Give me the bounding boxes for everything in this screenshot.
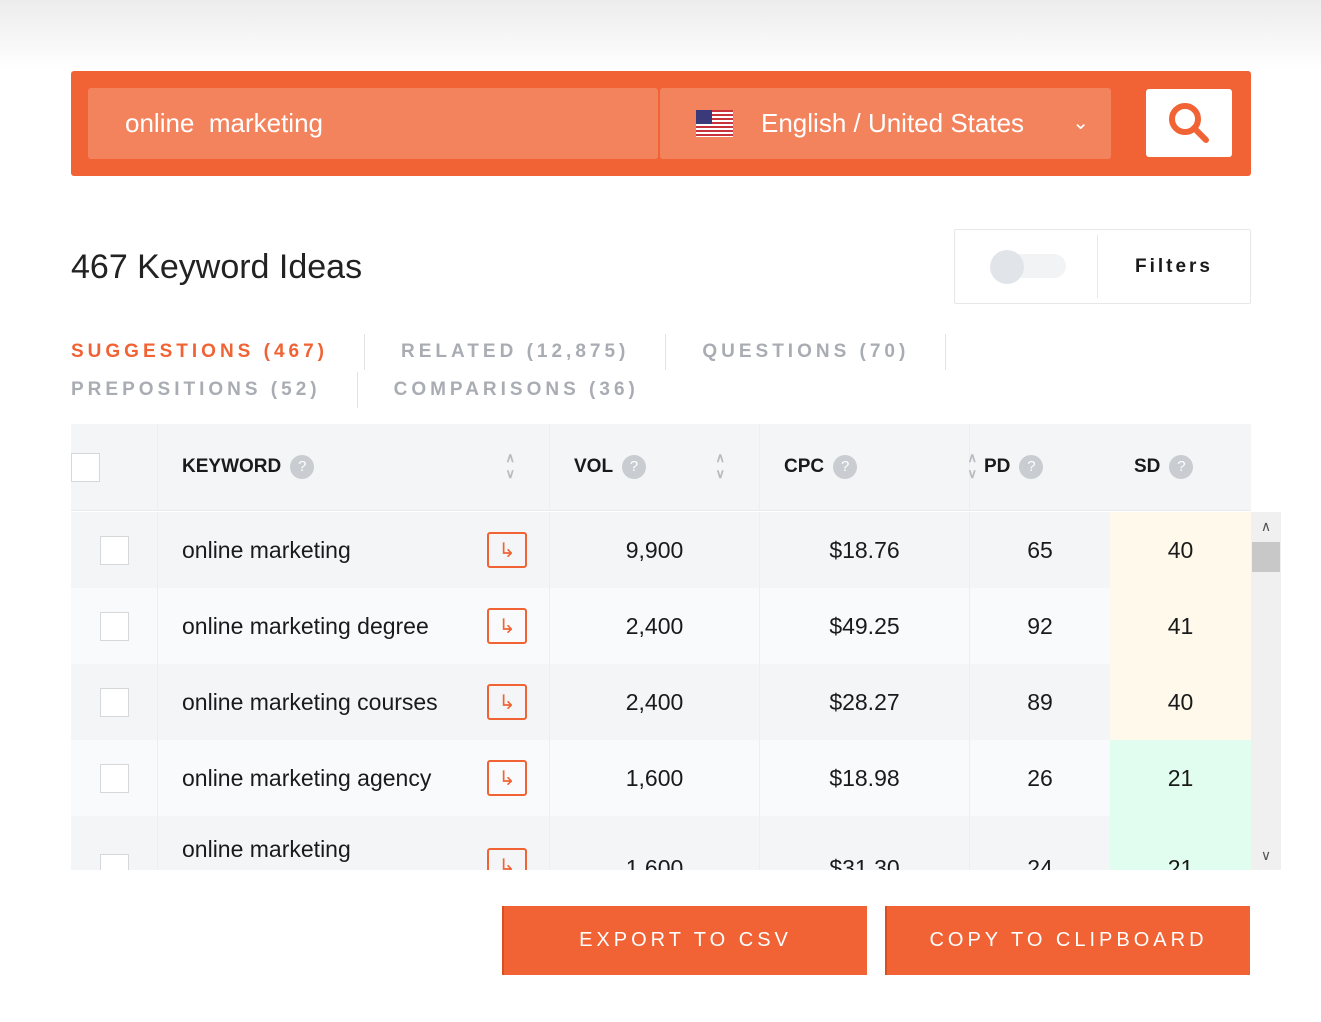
row-checkbox[interactable] (99, 535, 129, 565)
column-keyword[interactable]: KEYWORD (182, 456, 281, 478)
vol-value: 1,600 (625, 764, 684, 791)
keyword-input[interactable] (88, 88, 658, 159)
help-icon[interactable]: ? (833, 455, 858, 479)
row-checkbox[interactable] (99, 611, 129, 641)
keyword-text[interactable]: online marketing (182, 836, 351, 863)
sd-value: 21 (1167, 854, 1194, 871)
vol-value: 1,600 (625, 854, 684, 871)
keyword-text[interactable]: online marketing (182, 537, 351, 564)
pd-value: 65 (1027, 536, 1053, 563)
column-vol[interactable]: VOL (574, 456, 613, 478)
sd-value: 21 (1167, 764, 1194, 791)
filters-toggle[interactable] (990, 250, 1066, 284)
row-checkbox[interactable] (99, 853, 129, 870)
help-icon[interactable]: ? (622, 455, 647, 479)
cpc-value: $31.30 (829, 854, 900, 871)
table-row: online marketing courses ↳ 2,400 $28.27 8… (71, 664, 1251, 740)
table-row: online marketing ↳ 9,900 $18.76 65 40 (71, 512, 1251, 588)
copy-clipboard-button[interactable]: COPY TO CLIPBOARD (885, 906, 1250, 975)
search-icon (1169, 103, 1209, 143)
cpc-value: $49.25 (829, 612, 900, 639)
row-checkbox[interactable] (99, 763, 129, 793)
scroll-down-icon[interactable]: ∨ (1251, 847, 1281, 864)
cpc-value: $28.27 (829, 688, 900, 715)
tab-suggestions[interactable]: SUGGESTIONS (467) (71, 334, 365, 370)
sd-cell: 40 (1110, 512, 1251, 588)
open-keyword-icon[interactable]: ↳ (487, 608, 527, 644)
open-keyword-icon[interactable]: ↳ (487, 532, 527, 568)
table-row: online marketing ↳ 1,600 $31.30 24 21 (71, 816, 1251, 870)
table-row: online marketing agency ↳ 1,600 $18.98 26… (71, 740, 1251, 816)
help-icon[interactable]: ? (1019, 455, 1044, 479)
page-title: 467 Keyword Ideas (71, 248, 363, 286)
table-header: KEYWORD? ∧ ∨ VOL? ∧ ∨ CPC? ∧ ∨ PD? SD? (71, 424, 1251, 511)
sd-value: 40 (1167, 536, 1194, 563)
help-icon[interactable]: ? (290, 455, 315, 479)
open-keyword-icon[interactable]: ↳ (487, 760, 527, 796)
open-keyword-icon[interactable]: ↳ (487, 848, 527, 870)
vol-value: 2,400 (625, 688, 684, 715)
sd-cell: 40 (1110, 664, 1251, 740)
pd-value: 92 (1027, 612, 1053, 639)
filters-panel: Filters (954, 229, 1251, 304)
tab-related[interactable]: RELATED (12,875) (365, 334, 667, 370)
keyword-text[interactable]: online marketing degree (182, 613, 429, 640)
cpc-value: $18.98 (829, 764, 900, 791)
export-csv-button[interactable]: EXPORT TO CSV (502, 906, 867, 975)
sd-cell: 41 (1110, 588, 1251, 664)
cpc-value: $18.76 (829, 536, 900, 563)
scrollbar-thumb[interactable] (1252, 542, 1280, 572)
column-cpc[interactable]: CPC (784, 456, 824, 478)
pd-value: 89 (1027, 688, 1053, 715)
sd-value: 40 (1167, 688, 1194, 715)
pd-value: 24 (1027, 854, 1053, 871)
tab-bar: SUGGESTIONS (467) RELATED (12,875) QUEST… (71, 333, 947, 409)
row-checkbox[interactable] (99, 687, 129, 717)
column-sd[interactable]: SD (1134, 456, 1160, 478)
search-bar: English / United States ⌄ (71, 71, 1251, 176)
search-button[interactable] (1146, 89, 1232, 157)
open-keyword-icon[interactable]: ↳ (487, 684, 527, 720)
sort-icon[interactable]: ∧ ∨ (505, 450, 515, 482)
column-pd[interactable]: PD (984, 456, 1010, 478)
keyword-text[interactable]: online marketing courses (182, 689, 438, 716)
us-flag-icon (696, 110, 733, 137)
sort-icon[interactable]: ∧ ∨ (715, 450, 725, 482)
pd-value: 26 (1027, 764, 1053, 791)
keyword-text[interactable]: online marketing agency (182, 765, 431, 792)
sd-cell: 21 (1110, 740, 1251, 816)
sd-cell: 21 (1110, 816, 1251, 870)
sd-value: 41 (1167, 612, 1194, 639)
filters-button[interactable]: Filters (1098, 230, 1250, 303)
tab-questions[interactable]: QUESTIONS (70) (666, 334, 947, 370)
select-all-checkbox[interactable] (71, 452, 100, 482)
vol-value: 2,400 (625, 612, 684, 639)
vol-value: 9,900 (625, 536, 684, 563)
table-row: online marketing degree ↳ 2,400 $49.25 92… (71, 588, 1251, 664)
keyword-table: KEYWORD? ∧ ∨ VOL? ∧ ∨ CPC? ∧ ∨ PD? SD? online … (71, 424, 1251, 870)
table-scrollbar[interactable]: ∧ ∨ (1251, 512, 1281, 870)
language-label: English / United States (761, 108, 1025, 138)
tab-prepositions[interactable]: PREPOSITIONS (52) (71, 372, 358, 408)
scroll-up-icon[interactable]: ∧ (1251, 518, 1281, 535)
tab-comparisons[interactable]: COMPARISONS (36) (358, 372, 675, 408)
top-shadow (0, 0, 1321, 70)
help-icon[interactable]: ? (1169, 455, 1194, 479)
chevron-down-icon: ⌄ (1072, 112, 1089, 134)
language-select[interactable]: English / United States ⌄ (660, 88, 1111, 159)
